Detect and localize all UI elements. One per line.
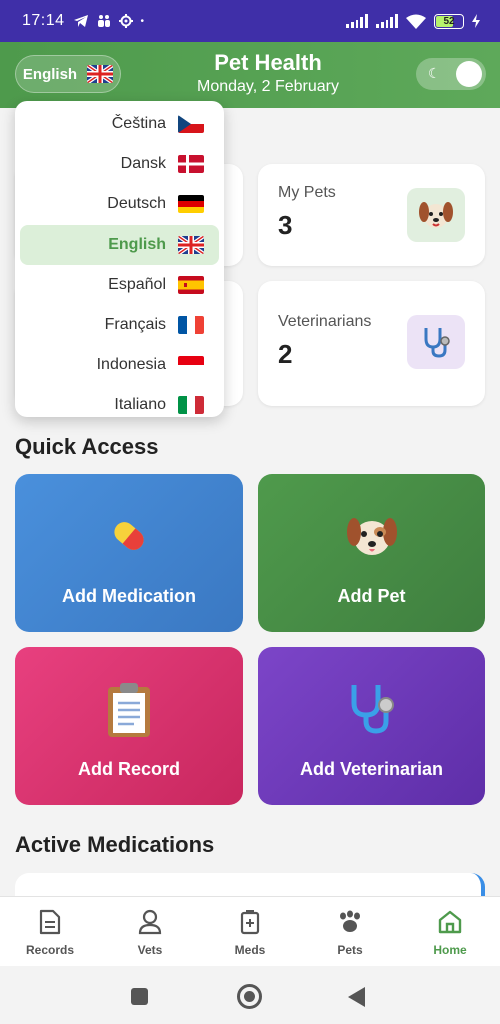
add-record-button[interactable]: Add Record <box>15 647 243 805</box>
nav-vets[interactable]: Vets <box>100 897 200 966</box>
bottom-navigation: Records Vets Meds Pets Home <box>0 896 500 966</box>
language-selector-label: English <box>22 65 78 83</box>
medicine-box-icon <box>237 909 263 935</box>
language-option-it[interactable]: Italiano <box>20 385 219 417</box>
dog-face-icon <box>342 506 402 568</box>
person-icon <box>137 909 163 935</box>
nav-label: Vets <box>137 943 163 957</box>
dot-icon: • <box>140 15 145 27</box>
language-option-label: Deutsch <box>107 195 166 212</box>
dog-face-icon <box>407 188 465 242</box>
signal-icon <box>346 14 368 28</box>
language-option-label: Français <box>104 316 166 333</box>
system-navigation-bar <box>0 966 500 1024</box>
stethoscope-icon <box>342 679 402 741</box>
language-option-label: Čeština <box>111 115 166 132</box>
teams-icon <box>97 15 110 27</box>
settings-icon <box>118 14 133 28</box>
document-icon <box>37 909 63 935</box>
home-icon <box>437 909 463 935</box>
recents-button[interactable] <box>131 988 148 1005</box>
battery-level: 52 <box>443 15 455 27</box>
status-time: 17:14 <box>22 12 65 29</box>
language-option-da[interactable]: Dansk <box>20 144 219 184</box>
status-bar: 17:14 • 52 <box>0 0 500 42</box>
home-system-button[interactable] <box>237 984 262 1009</box>
back-button[interactable] <box>348 987 365 1007</box>
language-dropdown-menu: Čeština Dansk Deutsch English Español Fr… <box>15 101 224 417</box>
stat-value: 3 <box>278 210 293 240</box>
current-date: Monday, 2 February <box>197 78 339 95</box>
add-veterinarian-button[interactable]: Add Veterinarian <box>258 647 485 805</box>
language-option-es[interactable]: Español <box>20 265 219 305</box>
language-option-de[interactable]: Deutsch <box>20 184 219 224</box>
language-option-label: Dansk <box>120 155 166 172</box>
moon-icon: ☾ <box>428 65 441 81</box>
stat-card-veterinarians[interactable]: Veterinarians 2 <box>258 281 485 406</box>
uk-flag-icon <box>178 236 204 254</box>
indonesia-flag-icon <box>178 356 204 374</box>
telegram-icon <box>73 15 88 27</box>
nav-meds[interactable]: Meds <box>200 897 300 966</box>
active-medications-title: Active Medications <box>15 832 215 857</box>
stat-value: 2 <box>278 339 293 369</box>
charging-icon <box>472 14 480 28</box>
czech-flag-icon <box>178 115 204 133</box>
language-option-en[interactable]: English <box>20 225 219 265</box>
nav-pets[interactable]: Pets <box>300 897 400 966</box>
tile-label: Add Record <box>77 759 180 779</box>
toggle-knob <box>456 61 482 87</box>
nav-label: Pets <box>337 943 363 957</box>
france-flag-icon <box>178 316 204 334</box>
signal-icon-2 <box>376 14 398 28</box>
language-option-label: Español <box>108 276 166 293</box>
language-option-fr[interactable]: Français <box>20 305 219 345</box>
nav-label: Home <box>433 943 467 957</box>
add-medication-button[interactable]: Add Medication <box>15 474 243 632</box>
nav-records[interactable]: Records <box>0 897 100 966</box>
germany-flag-icon <box>178 195 204 213</box>
language-selector-button[interactable]: English <box>15 55 121 93</box>
dark-mode-toggle[interactable]: ☾ <box>416 58 486 90</box>
denmark-flag-icon <box>178 155 204 173</box>
quick-access-title: Quick Access <box>15 434 159 459</box>
add-pet-button[interactable]: Add Pet <box>258 474 485 632</box>
tile-label: Add Medication <box>62 586 196 606</box>
language-option-label: English <box>108 236 166 253</box>
language-option-label: Indonesia <box>96 356 166 373</box>
stat-card-my-pets[interactable]: My Pets 3 <box>258 164 485 266</box>
stat-label: My Pets <box>278 184 336 201</box>
nav-label: Records <box>25 943 75 957</box>
status-system-icons: 52 <box>346 0 480 42</box>
nav-label: Meds <box>234 943 266 957</box>
status-notification-icons: • <box>73 14 145 28</box>
nav-home[interactable]: Home <box>400 897 500 966</box>
tile-label: Add Pet <box>337 586 406 606</box>
clipboard-icon <box>104 679 154 741</box>
pill-icon <box>99 506 159 568</box>
language-option-label: Italiano <box>114 396 166 413</box>
tile-label: Add Veterinarian <box>299 759 444 779</box>
uk-flag-icon <box>87 65 114 83</box>
stethoscope-icon <box>407 315 465 369</box>
stat-label: Veterinarians <box>278 313 372 330</box>
language-option-cs[interactable]: Čeština <box>20 104 219 144</box>
app-header: English Pet Health Monday, 2 February ☾ <box>0 42 500 108</box>
app-title: Pet Health <box>214 50 322 75</box>
language-option-id[interactable]: Indonesia <box>20 345 219 385</box>
spain-flag-icon <box>178 276 204 294</box>
battery-icon: 52 <box>434 13 464 29</box>
paw-icon <box>337 909 363 935</box>
italy-flag-icon <box>178 396 204 414</box>
wifi-icon <box>406 14 426 29</box>
